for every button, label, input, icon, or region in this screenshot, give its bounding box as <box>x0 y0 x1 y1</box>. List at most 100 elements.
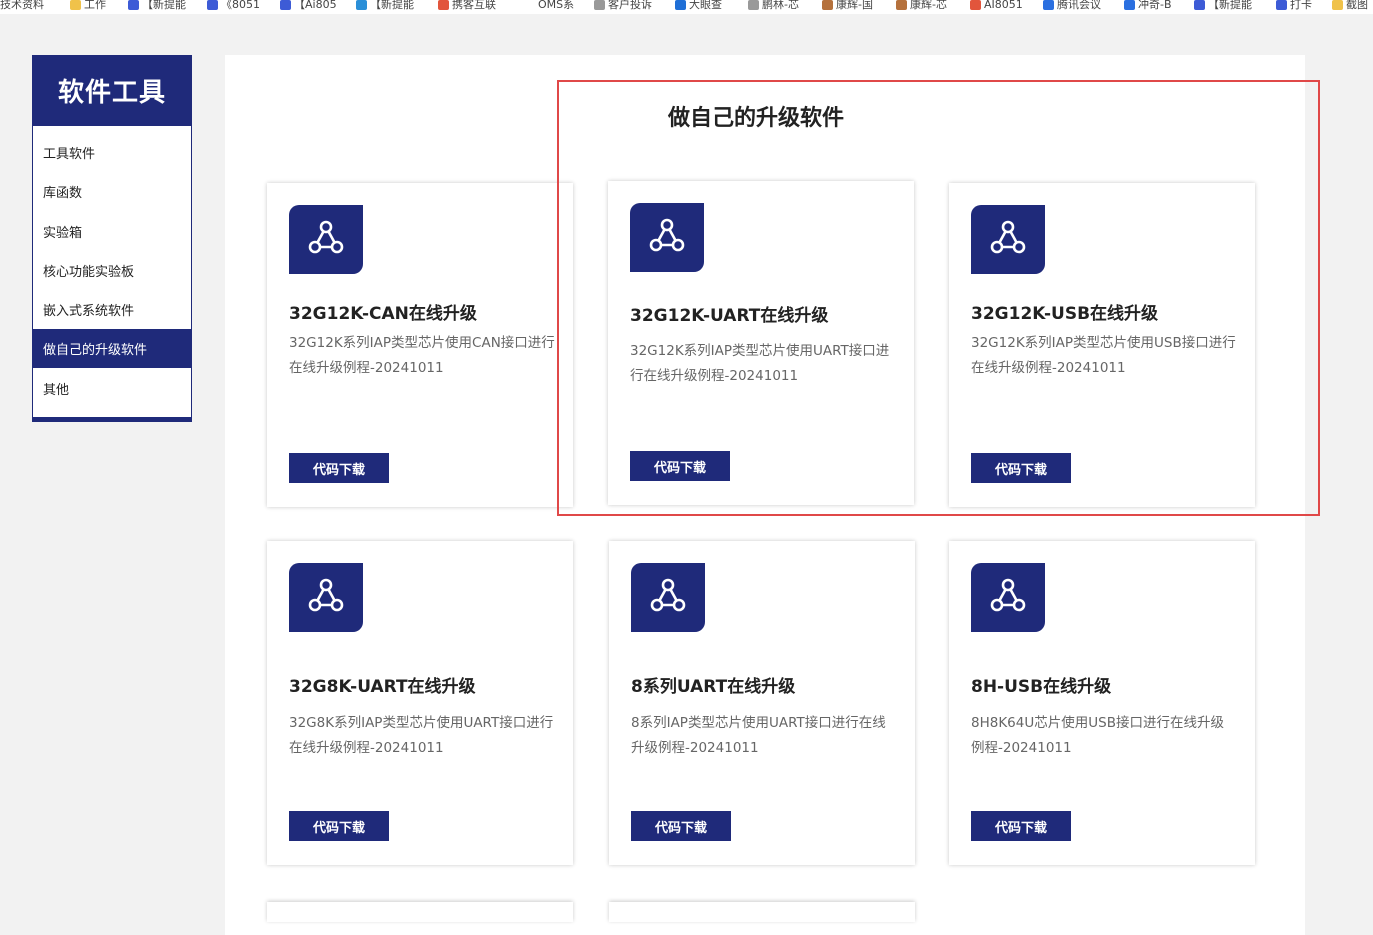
share-nodes-icon <box>289 205 363 274</box>
bookmark[interactable]: 【新提能 <box>356 0 414 10</box>
card-title: 32G12K-CAN在线升级 <box>289 304 477 324</box>
download-button[interactable]: 代码下载 <box>289 453 389 483</box>
card-description: 32G12K系列IAP类型芯片使用CAN接口进行在线升级例程-20241011 <box>289 335 555 376</box>
site-icon <box>822 0 833 10</box>
bookmark[interactable]: 【Ai805 <box>280 0 337 10</box>
folder-icon <box>70 0 81 10</box>
site-icon <box>675 0 686 10</box>
card-title: 32G12K-UART在线升级 <box>630 306 829 326</box>
sidebar-item-label: 库函数 <box>43 186 83 201</box>
bookmark[interactable]: 工作 <box>70 0 106 10</box>
bookmark[interactable]: 大眼查 <box>675 0 722 10</box>
card-description: 8系列IAP类型芯片使用UART接口进行在线升级例程-20241011 <box>631 715 886 756</box>
site-icon <box>280 0 291 10</box>
bookmark-label: OMS系 <box>538 0 575 11</box>
page-title: 做自己的升级软件 <box>668 106 845 131</box>
card-32g12k-can: 32G12K-CAN在线升级 32G12K系列IAP类型芯片使用CAN接口进行在… <box>267 183 573 507</box>
download-button[interactable]: 代码下载 <box>631 811 731 841</box>
sidebar-item-label: 做自己的升级软件 <box>43 343 148 358</box>
download-button[interactable]: 代码下载 <box>630 451 730 481</box>
card-title: 32G12K-USB在线升级 <box>971 304 1159 324</box>
bookmark[interactable]: 客户投诉 <box>594 0 652 10</box>
site-icon <box>896 0 907 10</box>
card-partial <box>267 902 573 922</box>
globe-icon <box>594 0 605 10</box>
site-icon <box>128 0 139 10</box>
site-icon <box>207 0 218 10</box>
bookmark[interactable]: 【新提能 <box>128 0 186 10</box>
bookmark[interactable]: 康辉-国 <box>822 0 873 10</box>
bookmark-label: 【新提能 <box>370 0 414 11</box>
bookmark-label: 康辉-国 <box>836 0 873 11</box>
bookmark-label: 工作 <box>84 0 106 11</box>
share-nodes-icon <box>289 563 363 632</box>
bookmark-label: 腾讯会议 <box>1057 0 1101 11</box>
bookmark[interactable]: 打卡 <box>1276 0 1312 10</box>
share-nodes-icon <box>630 203 704 272</box>
site-icon <box>1276 0 1287 10</box>
site-icon <box>1194 0 1205 10</box>
bookmark-label: 《8051 <box>221 0 260 11</box>
bookmark-label: 大眼查 <box>689 0 722 11</box>
bookmark-label: 技术资料 <box>0 0 44 11</box>
card-title: 8系列UART在线升级 <box>631 677 796 697</box>
site-icon <box>356 0 367 10</box>
bookmark[interactable]: OMS系 <box>538 0 574 10</box>
bookmark[interactable]: 腾讯会议 <box>1043 0 1101 10</box>
bookmark-label: 【Ai805 <box>294 0 337 11</box>
sidebar-item-core-board[interactable]: 核心功能实验板 <box>33 251 191 290</box>
bookmark[interactable]: 康辉-芯 <box>896 0 947 10</box>
bookmark[interactable]: 截图 <box>1332 0 1368 10</box>
bookmark-label: 客户投诉 <box>608 0 652 11</box>
site-icon <box>970 0 981 10</box>
bookmarks-bar: 技术资料 工作 【新提能 《8051 【Ai805 【新提能 携客互联 OMS系… <box>0 0 1373 14</box>
bookmark-label: AI8051 <box>984 0 1023 11</box>
card-32g12k-uart: 32G12K-UART在线升级 32G12K系列IAP类型芯片使用UART接口进… <box>608 181 914 505</box>
download-button[interactable]: 代码下载 <box>971 811 1071 841</box>
sidebar-item-label: 工具软件 <box>43 147 96 162</box>
bookmark[interactable]: 鹏林-芯 <box>748 0 799 10</box>
sidebar: 软件工具 工具软件 库函数 实验箱 核心功能实验板 嵌入式系统软件 做自己的升级… <box>32 55 192 422</box>
bookmark-label: 【新提能 <box>1208 0 1252 11</box>
bookmark[interactable]: 【新提能 <box>1194 0 1252 10</box>
card-8-series-uart: 8系列UART在线升级 8系列IAP类型芯片使用UART接口进行在线升级例程-2… <box>609 541 915 865</box>
card-partial <box>609 902 915 922</box>
bookmark[interactable]: AI8051 <box>970 0 1023 10</box>
share-nodes-icon <box>971 563 1045 632</box>
globe-icon <box>748 0 759 10</box>
sidebar-item-other[interactable]: 其他 <box>33 369 191 408</box>
bookmark-label: 康辉-芯 <box>910 0 947 11</box>
bookmark-label: 打卡 <box>1290 0 1312 11</box>
site-icon <box>1043 0 1054 10</box>
bookmark[interactable]: 《8051 <box>207 0 260 10</box>
site-icon <box>1124 0 1135 10</box>
sidebar-item-tools[interactable]: 工具软件 <box>33 133 191 172</box>
card-32g12k-usb: 32G12K-USB在线升级 32G12K系列IAP类型芯片使用USB接口进行在… <box>949 183 1255 507</box>
card-description: 8H8K64U芯片使用USB接口进行在线升级例程-20241011 <box>971 715 1224 756</box>
download-button[interactable]: 代码下载 <box>289 811 389 841</box>
share-nodes-icon <box>631 563 705 632</box>
site-icon <box>438 0 449 10</box>
sidebar-item-libraries[interactable]: 库函数 <box>33 172 191 211</box>
bookmark[interactable]: 技术资料 <box>0 0 44 10</box>
bookmark[interactable]: 冲奇-B <box>1124 0 1172 10</box>
download-button[interactable]: 代码下载 <box>971 453 1071 483</box>
bookmark-label: 鹏林-芯 <box>762 0 799 11</box>
card-description: 32G12K系列IAP类型芯片使用UART接口进行在线升级例程-20241011 <box>630 343 890 384</box>
sidebar-item-lab-box[interactable]: 实验箱 <box>33 212 191 251</box>
card-title: 8H-USB在线升级 <box>971 677 1112 697</box>
sidebar-item-upgrade-software[interactable]: 做自己的升级软件 <box>33 329 191 368</box>
bookmark-label: 截图 <box>1346 0 1368 11</box>
site-icon <box>1332 0 1343 10</box>
bookmark-label: 冲奇-B <box>1138 0 1172 11</box>
sidebar-item-label: 实验箱 <box>43 226 83 241</box>
card-description: 32G12K系列IAP类型芯片使用USB接口进行在线升级例程-20241011 <box>971 335 1236 376</box>
sidebar-item-label: 其他 <box>43 383 70 398</box>
share-nodes-icon <box>971 205 1045 274</box>
card-32g8k-uart: 32G8K-UART在线升级 32G8K系列IAP类型芯片使用UART接口进行在… <box>267 541 573 865</box>
sidebar-item-embedded[interactable]: 嵌入式系统软件 <box>33 290 191 329</box>
sidebar-title: 软件工具 <box>33 55 191 126</box>
card-title: 32G8K-UART在线升级 <box>289 677 476 697</box>
card-8h-usb: 8H-USB在线升级 8H8K64U芯片使用USB接口进行在线升级例程-2024… <box>949 541 1255 865</box>
bookmark[interactable]: 携客互联 <box>438 0 496 10</box>
